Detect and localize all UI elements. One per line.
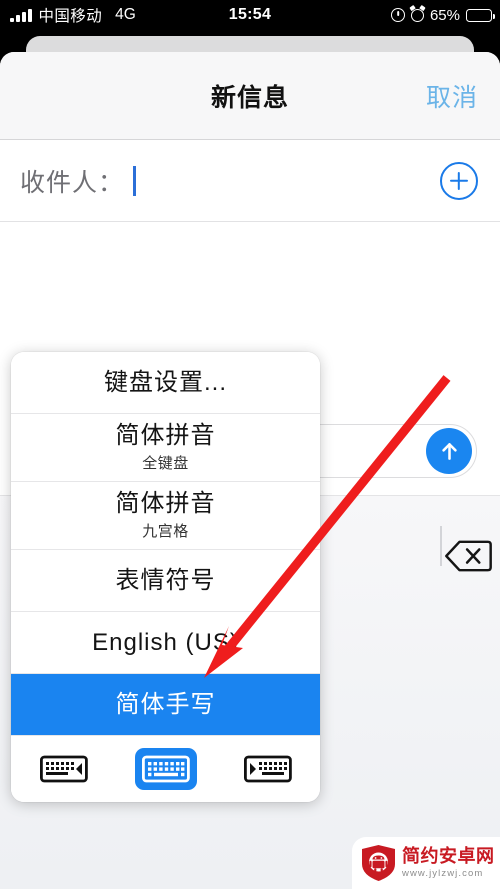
plus-circle-icon[interactable] bbox=[440, 161, 478, 200]
phone-screen: 中国移动 4G 15:54 65% 新信息 取消 收件人： 键盘设置... 简体… bbox=[0, 0, 500, 889]
keyboard-dock-right-icon[interactable] bbox=[237, 748, 299, 790]
battery-icon bbox=[466, 8, 495, 22]
popup-item-pinyin-grid[interactable]: 简体拼音 九宫格 bbox=[11, 482, 320, 550]
popup-item-pinyin-full[interactable]: 简体拼音 全键盘 bbox=[11, 414, 320, 482]
android-shield-logo bbox=[362, 845, 395, 881]
popup-item-subtitle: 全键盘 bbox=[142, 454, 189, 472]
keyboard-full-icon[interactable] bbox=[134, 748, 197, 790]
status-bar: 中国移动 4G 15:54 65% bbox=[0, 0, 500, 30]
popup-item-subtitle: 九宫格 bbox=[142, 522, 189, 540]
navigation-bar: 新信息 取消 bbox=[0, 52, 500, 140]
keyboard-divider bbox=[440, 526, 442, 566]
arrow-up-send-icon bbox=[441, 442, 457, 460]
keyboard-full-glyph bbox=[141, 755, 190, 783]
keyboard-switcher-popup: 键盘设置... 简体拼音 全键盘 简体拼音 九宫格 表情符号 English (… bbox=[11, 352, 320, 802]
popup-item-title: English (US) bbox=[92, 628, 239, 656]
popup-item-keyboard-settings[interactable]: 键盘设置... bbox=[11, 352, 320, 414]
page-title: 新信息 bbox=[210, 83, 289, 112]
popup-item-emoji[interactable]: 表情符号 bbox=[11, 550, 320, 612]
popup-item-title: 简体拼音 bbox=[115, 490, 216, 518]
popup-item-title: 键盘设置... bbox=[103, 368, 227, 396]
popup-layout-buttons bbox=[11, 736, 320, 802]
recipient-row[interactable]: 收件人： bbox=[0, 140, 500, 222]
popup-item-title: 表情符号 bbox=[115, 566, 216, 594]
popup-item-english-us[interactable]: English (US) bbox=[11, 612, 320, 674]
watermark-site-name: 简约安卓网 bbox=[402, 846, 495, 867]
recipient-label: 收件人： bbox=[20, 168, 125, 197]
alarm-clock-icon bbox=[410, 8, 424, 22]
rotation-lock-icon bbox=[390, 8, 405, 22]
keyboard-dock-left-icon[interactable] bbox=[33, 748, 95, 790]
site-watermark: 简约安卓网 www.jylzwj.com bbox=[352, 837, 500, 889]
cancel-button[interactable]: 取消 bbox=[426, 78, 478, 114]
keyboard-dock-right-glyph bbox=[243, 755, 292, 783]
keyboard-dock-left-glyph bbox=[39, 755, 88, 783]
popup-item-title: 简体拼音 bbox=[115, 422, 216, 450]
popup-item-handwriting[interactable]: 简体手写 bbox=[11, 674, 320, 736]
watermark-site-url: www.jylzwj.com bbox=[402, 868, 484, 880]
text-cursor bbox=[133, 165, 137, 196]
watermark-text: 简约安卓网 www.jylzwj.com bbox=[402, 847, 495, 879]
send-button[interactable] bbox=[426, 428, 472, 474]
popup-item-title: 简体手写 bbox=[115, 690, 216, 718]
backspace-delete-icon[interactable] bbox=[443, 539, 493, 573]
